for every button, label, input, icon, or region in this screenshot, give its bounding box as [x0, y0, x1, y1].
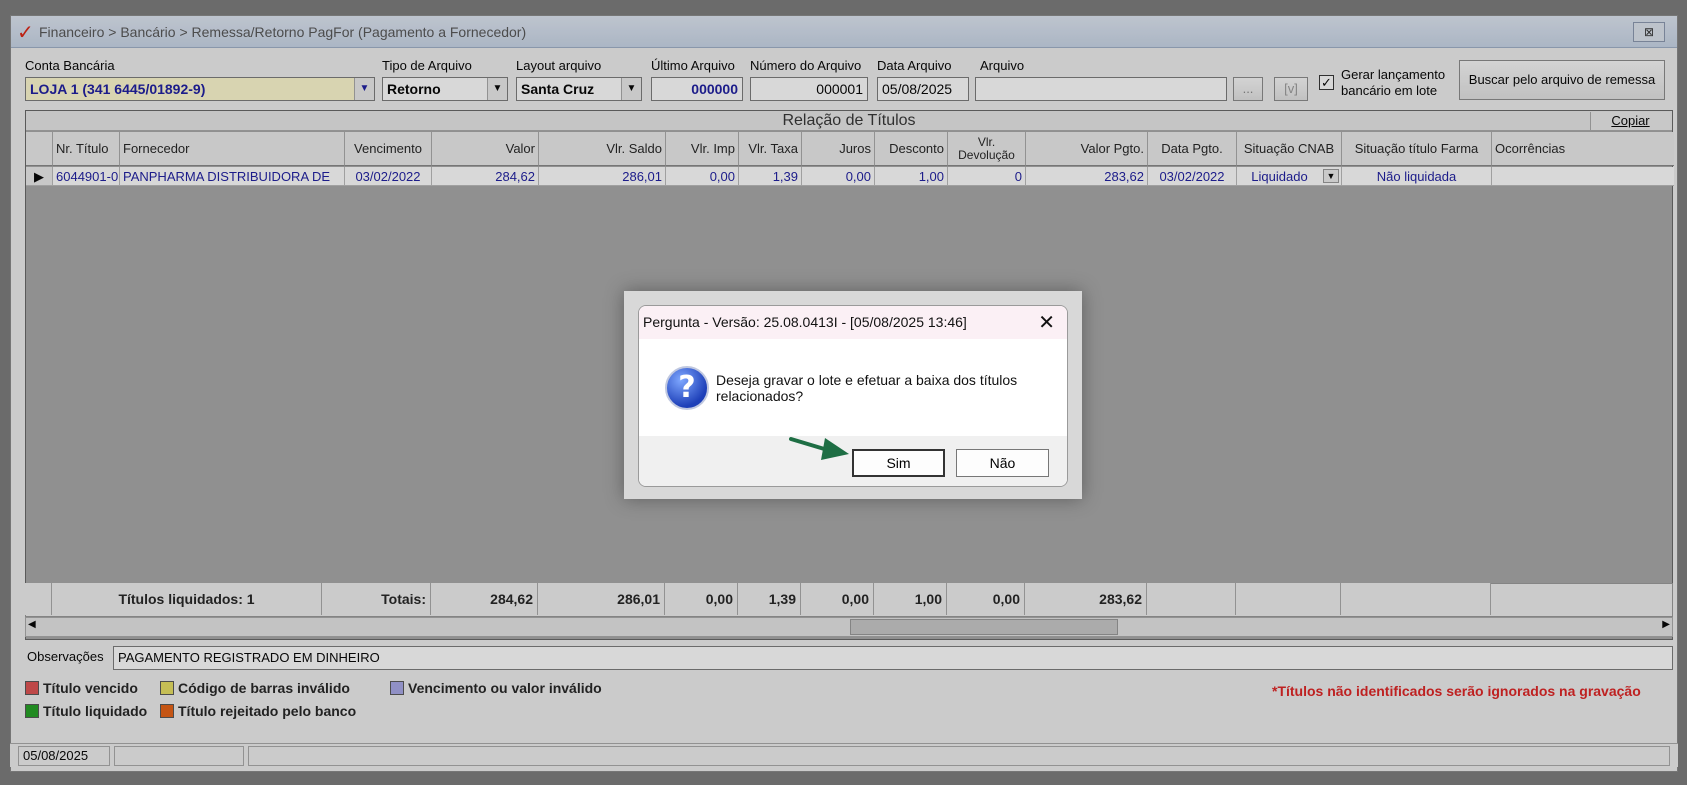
dialog-message: Deseja gravar o lote e efetuar a baixa d…: [716, 372, 1018, 404]
nao-button[interactable]: Não: [956, 449, 1049, 477]
question-icon: ?: [665, 366, 709, 410]
dialog-close-icon[interactable]: ✕: [1038, 310, 1055, 334]
sim-button[interactable]: Sim: [852, 449, 945, 477]
pointer-arrow-icon: [789, 437, 849, 460]
confirm-dialog: Pergunta - Versão: 25.08.0413I - [05/08/…: [638, 305, 1068, 487]
dialog-title: Pergunta - Versão: 25.08.0413I - [05/08/…: [639, 306, 1067, 339]
